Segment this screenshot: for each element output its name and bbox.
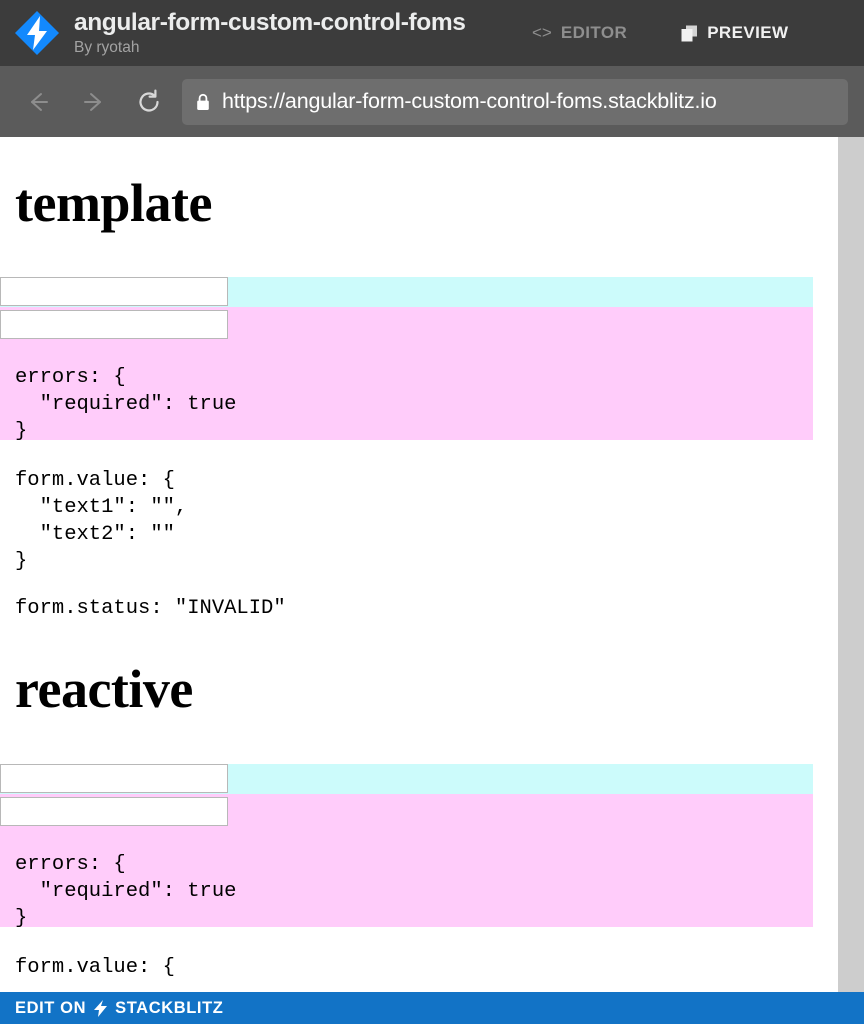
code-brackets-icon: <> <box>532 23 552 42</box>
section-heading-template: template <box>15 173 212 233</box>
editor-tab-label: EDITOR <box>560 23 628 42</box>
stackblitz-header: angular-form-custom-control-foms By ryot… <box>0 0 864 66</box>
forward-button[interactable] <box>76 85 110 119</box>
windows-stack-icon <box>681 25 698 42</box>
lightning-bolt-icon <box>94 999 108 1017</box>
form-value-output-template: form.value: { "text1": "", "text2": "" } <box>15 469 188 573</box>
arrow-right-icon <box>84 92 101 111</box>
errors-output-template: errors: { "required": true } <box>15 366 237 443</box>
header-actions: <> EDITOR PREVIEW <box>532 23 864 43</box>
stackblitz-bolt-logo[interactable] <box>14 10 60 56</box>
url-bar[interactable]: https://angular-form-custom-control-foms… <box>182 78 848 125</box>
editor-tab[interactable]: <> EDITOR <box>532 23 627 43</box>
reload-icon <box>139 88 159 112</box>
project-author: By ryotah <box>74 38 140 56</box>
reload-button[interactable] <box>132 85 166 119</box>
edit-on-stackblitz-bar[interactable]: EDIT ON STACKBLITZ <box>0 992 864 1024</box>
form-value-output-reactive: form.value: { <box>15 956 175 979</box>
preview-tab-label: PREVIEW <box>707 23 789 42</box>
edit-bar-label-before: EDIT ON <box>15 998 87 1017</box>
padlock-icon <box>197 93 209 110</box>
edit-bar-label-after: STACKBLITZ <box>115 998 224 1017</box>
back-button[interactable] <box>22 85 56 119</box>
url-text: https://angular-form-custom-control-foms… <box>222 89 717 113</box>
page-scrollbar[interactable] <box>838 137 864 1024</box>
section-heading-reactive: reactive <box>15 659 193 719</box>
text1-input-reactive[interactable] <box>0 764 228 793</box>
text1-input-template[interactable] <box>0 277 228 306</box>
errors-output-reactive: errors: { "required": true } <box>15 853 237 930</box>
text2-input-template[interactable] <box>0 310 228 339</box>
text2-input-reactive[interactable] <box>0 797 228 826</box>
form-status-output-template: form.status: "INVALID" <box>15 597 286 620</box>
project-info: angular-form-custom-control-foms By ryot… <box>74 9 526 57</box>
preview-tab[interactable]: PREVIEW <box>681 23 788 43</box>
browser-chrome: https://angular-form-custom-control-foms… <box>0 66 864 143</box>
preview-viewport: template errors: { "required": true } fo… <box>0 137 864 1024</box>
project-title: angular-form-custom-control-foms <box>74 9 466 37</box>
arrow-left-icon <box>31 92 48 111</box>
edit-bar-content: EDIT ON STACKBLITZ <box>15 999 223 1018</box>
rendered-page: template errors: { "required": true } fo… <box>0 137 838 1024</box>
